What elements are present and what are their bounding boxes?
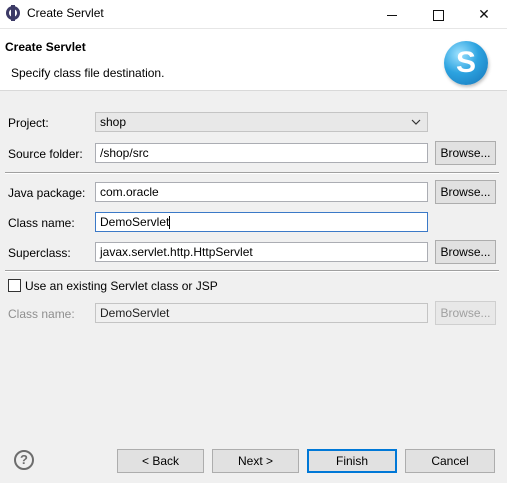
help-icon[interactable]: ? xyxy=(14,450,34,470)
superclass-browse-button[interactable]: Browse... xyxy=(435,240,496,264)
banner-description: Specify class file destination. xyxy=(11,66,165,80)
source-folder-label: Source folder: xyxy=(8,147,83,161)
minimize-button[interactable] xyxy=(369,0,415,28)
class-name-label: Class name: xyxy=(8,216,75,230)
maximize-icon xyxy=(432,9,444,21)
java-package-label: Java package: xyxy=(8,186,86,200)
java-package-browse-button[interactable]: Browse... xyxy=(435,180,496,204)
source-folder-browse-button[interactable]: Browse... xyxy=(435,141,496,165)
minimize-icon xyxy=(387,14,397,16)
superclass-value: javax.servlet.http.HttpServlet xyxy=(100,245,253,259)
back-button[interactable]: < Back xyxy=(117,449,204,473)
close-button[interactable]: ✕ xyxy=(461,0,507,28)
use-existing-checkbox[interactable] xyxy=(8,279,21,292)
project-label: Project: xyxy=(8,116,49,130)
title-bar: Create Servlet ✕ xyxy=(0,0,507,29)
servlet-logo-icon: S xyxy=(444,41,488,85)
existing-class-name-label: Class name: xyxy=(8,307,75,321)
existing-class-name-value: DemoServlet xyxy=(100,306,170,320)
separator xyxy=(5,270,499,272)
window-title: Create Servlet xyxy=(27,6,104,20)
project-value: shop xyxy=(100,115,127,129)
separator xyxy=(5,172,499,174)
chevron-down-icon xyxy=(411,119,421,125)
superclass-label: Superclass: xyxy=(8,246,71,260)
java-package-field[interactable]: com.oracle xyxy=(95,182,428,202)
source-folder-value: /shop/src xyxy=(100,146,149,160)
maximize-button[interactable] xyxy=(415,0,461,28)
existing-class-browse-button[interactable]: Browse... xyxy=(435,301,496,325)
class-name-field[interactable]: DemoServlet xyxy=(95,212,428,232)
existing-class-name-field[interactable]: DemoServlet xyxy=(95,303,428,323)
next-button[interactable]: Next > xyxy=(212,449,299,473)
project-combo[interactable]: shop xyxy=(95,112,428,132)
java-package-value: com.oracle xyxy=(100,185,159,199)
use-existing-label[interactable]: Use an existing Servlet class or JSP xyxy=(25,279,218,293)
superclass-field[interactable]: javax.servlet.http.HttpServlet xyxy=(95,242,428,262)
finish-button[interactable]: Finish xyxy=(307,449,397,473)
class-name-value: DemoServlet xyxy=(100,215,170,229)
banner-title: Create Servlet xyxy=(5,40,86,54)
eclipse-icon xyxy=(6,5,20,21)
wizard-banner: Create Servlet Specify class file destin… xyxy=(0,29,507,91)
cancel-button[interactable]: Cancel xyxy=(405,449,495,473)
close-icon: ✕ xyxy=(478,6,490,22)
source-folder-field[interactable]: /shop/src xyxy=(95,143,428,163)
